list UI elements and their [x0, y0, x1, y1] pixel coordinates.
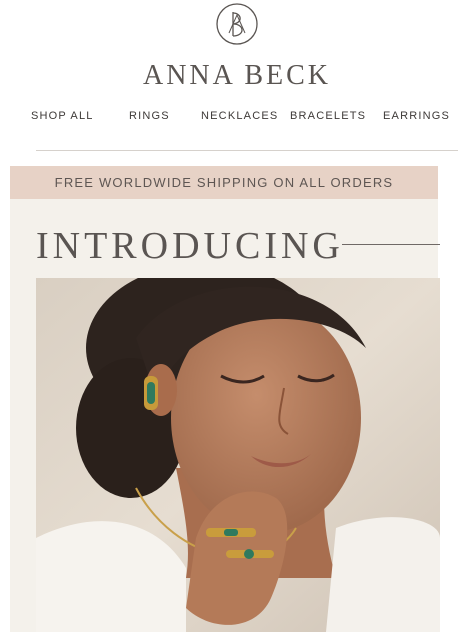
- brand-name[interactable]: ANNA BECK: [0, 60, 474, 92]
- hero-image[interactable]: [36, 278, 440, 632]
- nav-bracelets[interactable]: BRACELETS: [290, 110, 366, 122]
- nav-rings[interactable]: RINGS: [129, 110, 170, 122]
- header-divider: [36, 150, 458, 151]
- model-wearing-gold-jewelry-image: [36, 278, 440, 632]
- nav-shop-all[interactable]: SHOP ALL: [31, 110, 94, 122]
- email-header: ANNA BECK SHOP ALL RINGS NECKLACES BRACE…: [0, 0, 474, 160]
- nav-necklaces[interactable]: NECKLACES: [201, 110, 278, 122]
- hero-heading: INTRODUCING: [36, 225, 344, 267]
- free-shipping-text: FREE WORLDWIDE SHIPPING ON ALL ORDERS: [54, 175, 394, 190]
- ab-monogram-logo-icon[interactable]: [216, 3, 258, 45]
- nav-earrings[interactable]: EARRINGS: [383, 110, 450, 122]
- main-nav: SHOP ALL RINGS NECKLACES BRACELETS EARRI…: [0, 110, 474, 126]
- heading-rule: [342, 244, 440, 245]
- free-shipping-banner[interactable]: FREE WORLDWIDE SHIPPING ON ALL ORDERS: [10, 166, 438, 199]
